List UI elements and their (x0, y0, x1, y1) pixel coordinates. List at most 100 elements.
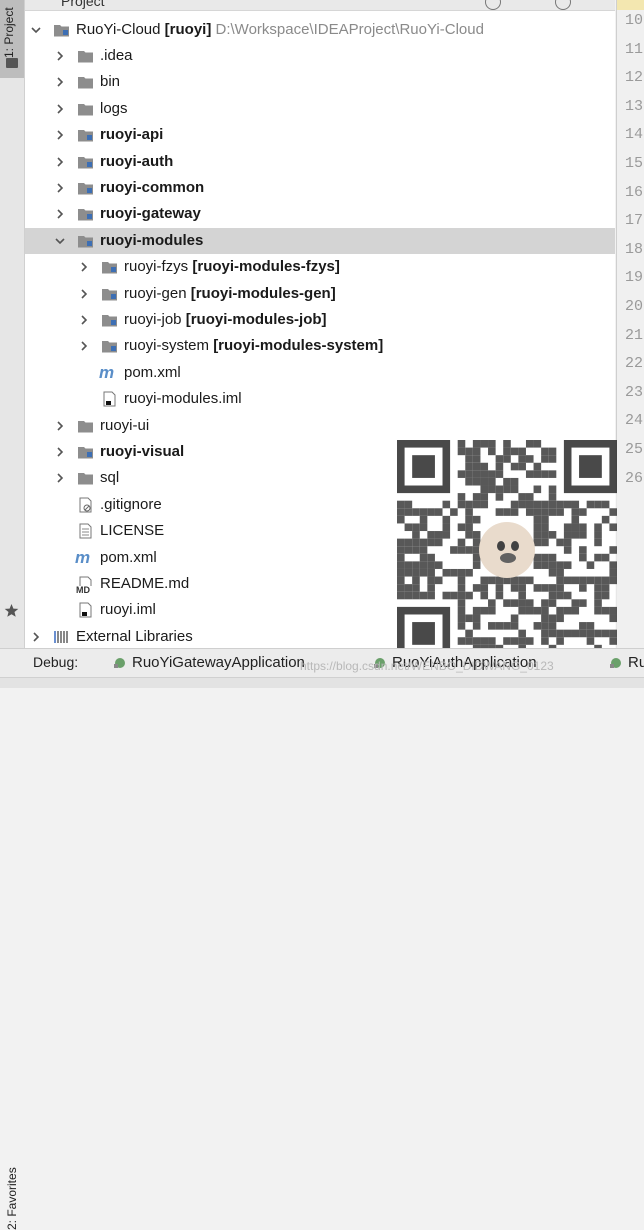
chevron-right-icon[interactable] (53, 75, 67, 89)
tree-item-name: logs (100, 99, 128, 117)
line-number: 20 (625, 298, 644, 315)
module-folder-icon (78, 183, 93, 195)
iml-file-icon (103, 391, 116, 407)
chevron-right-icon[interactable] (77, 260, 91, 274)
tree-row[interactable]: ruoyi-job [ruoyi-modules-job] (25, 307, 615, 333)
tree-row-label: bin (100, 73, 120, 90)
tree-item-module: [ruoyi-modules-gen] (190, 284, 336, 302)
tree-row[interactable]: ruoyi-auth (25, 149, 615, 175)
iml-file-icon (79, 602, 92, 618)
tree-row[interactable]: logs (25, 96, 615, 122)
libraries-icon (54, 630, 68, 643)
root-name: RuoYi-Cloud (76, 21, 161, 38)
gear-icon[interactable] (555, 0, 571, 10)
tree-item-name: .idea (100, 47, 133, 64)
maven-icon: m (75, 547, 91, 567)
tree-row[interactable]: ruoyi-gen [ruoyi-modules-gen] (25, 281, 615, 307)
tree-item-name: ruoyi-fzys (124, 258, 189, 276)
tree-row-label: LICENSE (100, 522, 164, 539)
module-folder-icon (78, 447, 93, 459)
chevron-right-icon[interactable] (53, 445, 67, 459)
locate-icon[interactable] (485, 0, 501, 10)
tree-item-name: ruoyi-job (124, 311, 182, 328)
chevron-right-icon[interactable] (77, 287, 91, 301)
debug-toolbar: Debug: RuoYiGatewayApplication RuoYiAuth… (0, 648, 644, 677)
gitignore-icon (79, 497, 92, 513)
chevron-down-icon[interactable] (53, 234, 67, 248)
tree-row[interactable]: ruoyi-modules.iml (25, 386, 615, 412)
folder-icon (78, 51, 93, 63)
chevron-right-icon[interactable] (53, 471, 67, 485)
folder-icon (78, 77, 93, 89)
debug-config-icon (610, 658, 621, 668)
tree-row[interactable]: ruoyi-fzys [ruoyi-modules-fzys] (25, 254, 615, 280)
line-number: 26 (625, 469, 644, 487)
tree-item-module: [ruoyi-modules-system] (213, 337, 384, 355)
line-number: 18 (625, 240, 644, 258)
editor-tab-corner (617, 0, 644, 10)
bottom-strip (0, 677, 644, 688)
tree-row[interactable]: .idea (25, 43, 615, 69)
chevron-right-icon[interactable] (29, 630, 43, 644)
tree-item-name: ruoyi-ui (100, 416, 150, 434)
chevron-right-icon[interactable] (53, 155, 67, 169)
tree-row[interactable]: ruoyi-common (25, 175, 615, 201)
chevron-right-icon[interactable] (53, 181, 67, 195)
line-number: 12 (625, 69, 644, 87)
tree-row[interactable]: ruoyi-api (25, 122, 615, 148)
tree-row-label: ruoyi-system [ruoyi-modules-system] (124, 337, 383, 354)
tree-row[interactable]: ruoyi-ui (25, 413, 615, 439)
tree-row-label: .gitignore (100, 496, 162, 513)
chevron-right-icon[interactable] (53, 102, 67, 116)
chevron-right-icon[interactable] (53, 49, 67, 63)
tree-row-label: ruoyi-visual (100, 443, 184, 460)
tree-row-label: ruoyi-modules.iml (124, 390, 242, 407)
debug-label: Debug: (33, 654, 79, 670)
chevron-right-icon[interactable] (53, 128, 67, 142)
project-panel-header: Project (25, 0, 615, 11)
tree-row[interactable]: ruoyi-system [ruoyi-modules-system] (25, 333, 615, 359)
chevron-down-icon[interactable] (29, 23, 43, 37)
line-number: 15 (625, 155, 644, 172)
project-panel-title: Project (61, 0, 105, 9)
tree-item-module: [ruoyi-modules-job] (185, 311, 327, 328)
chevron-right-icon[interactable] (77, 313, 91, 327)
folder-icon (78, 103, 93, 116)
project-tool-tab[interactable]: 1: Project (0, 0, 24, 78)
chevron-right-icon[interactable] (53, 207, 67, 221)
tree-row[interactable]: m pom.xml (25, 360, 615, 386)
module-folder-icon (102, 341, 117, 353)
chevron-right-icon[interactable] (53, 419, 67, 433)
line-number: 19 (625, 269, 644, 287)
tree-item-name: .gitignore (100, 495, 162, 513)
line-number: 23 (625, 383, 644, 401)
tree-row-label: ruoyi-ui (100, 417, 149, 434)
line-number: 22 (625, 355, 644, 373)
tree-item-name: ruoyi-visual (100, 443, 185, 460)
debug-tab-third[interactable]: Ru (608, 654, 644, 671)
tree-row-root[interactable]: RuoYi-Cloud [ruoyi] D:\Workspace\IDEAPro… (25, 17, 615, 43)
tree-item-name: pom.xml (100, 548, 157, 566)
line-number: 24 (625, 412, 644, 430)
debug-config-icon (114, 658, 125, 668)
tree-row-label: ruoyi-common (100, 179, 204, 196)
tree-item-module: [ruoyi-modules-fzys] (192, 258, 340, 276)
line-number: 10 (625, 12, 644, 29)
debug-tab-gateway[interactable]: RuoYiGatewayApplication (112, 654, 305, 671)
tree-item-name: LICENSE (100, 522, 165, 540)
chevron-right-icon[interactable] (77, 339, 91, 353)
tree-row[interactable]: ruoyi-modules (25, 227, 615, 254)
qr-code-image (397, 440, 617, 660)
tree-item-name: ruoyi-common (100, 179, 205, 196)
tree-row[interactable]: ruoyi-gateway (25, 201, 615, 227)
tree-row-label: ruoyi.iml (100, 601, 156, 618)
tree-item-name: ruoyi-modules.iml (124, 390, 242, 408)
root-label: RuoYi-Cloud [ruoyi] D:\Workspace\IDEAPro… (76, 21, 484, 38)
tree-row[interactable]: bin (25, 69, 615, 95)
favorites-tool-tab-label: 2: Favorites (5, 1167, 19, 1230)
tree-row-label: External Libraries (76, 628, 193, 645)
tree-item-name: ruoyi-api (100, 126, 164, 144)
line-number: 25 (625, 441, 644, 458)
tree-row-label: pom.xml (124, 364, 181, 381)
maven-icon: m (99, 362, 115, 382)
